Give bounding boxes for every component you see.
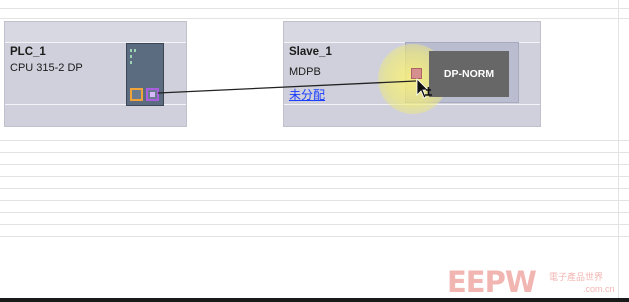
connection-overlay — [157, 78, 432, 99]
bottom-edge-bar — [0, 298, 629, 302]
eepw-logo: EEPW — [447, 265, 537, 299]
watermark-url: .com.cn — [583, 284, 615, 294]
watermark-chinese: 電子產品世界 — [549, 273, 604, 283]
network-view-canvas[interactable]: PLC_1 CPU 315-2 DP Slave_1 MDPB 未分配 DP-N… — [0, 0, 629, 302]
drag-connection-line — [157, 80, 417, 94]
